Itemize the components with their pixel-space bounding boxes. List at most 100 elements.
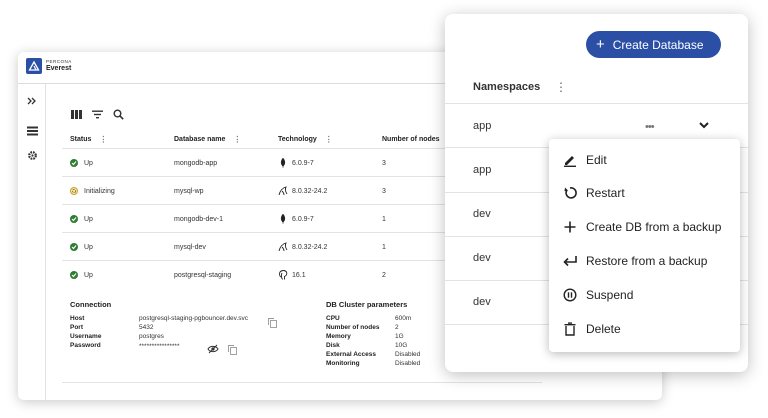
databases-list-icon[interactable] bbox=[25, 124, 39, 138]
screenshot-stage: PERCONA Everest Status ⋮ Database name ⋮… bbox=[0, 0, 768, 418]
details-bottom-divider bbox=[62, 382, 542, 383]
column-menu-icon[interactable]: ⋮ bbox=[99, 135, 107, 144]
cluster-value: 600m bbox=[395, 315, 412, 322]
column-header-nodes[interactable]: Number of nodes bbox=[382, 130, 440, 148]
cluster-key: Monitoring bbox=[326, 360, 360, 367]
create-database-button[interactable]: + Create Database bbox=[586, 31, 721, 58]
namespace-cell: app bbox=[473, 120, 492, 132]
technology-cell: 8.0.32-24.2 bbox=[278, 185, 327, 197]
status-cell: Up bbox=[70, 213, 93, 225]
technology-cell: 8.0.32-24.2 bbox=[278, 241, 327, 253]
table-toolbar bbox=[70, 108, 124, 120]
column-menu-icon[interactable]: ⋮ bbox=[555, 80, 567, 94]
column-header-technology[interactable]: Technology ⋮ bbox=[278, 130, 333, 148]
filter-icon[interactable] bbox=[91, 108, 103, 120]
cluster-value: Disabled bbox=[395, 351, 421, 358]
connection-port-value: 5432 bbox=[139, 324, 154, 331]
columns-icon[interactable] bbox=[70, 108, 82, 120]
namespace-cell: dev bbox=[473, 208, 491, 220]
nodes-cell: 3 bbox=[382, 159, 386, 167]
pencil-icon bbox=[563, 153, 577, 167]
cluster-key: Memory bbox=[326, 333, 351, 340]
status-cell: Up bbox=[70, 269, 93, 281]
percona-everest-logo[interactable]: PERCONA Everest bbox=[26, 58, 72, 74]
status-cell: Up bbox=[70, 241, 93, 253]
settings-gear-icon[interactable] bbox=[25, 148, 39, 162]
postgresql-elephant-icon bbox=[278, 270, 288, 280]
namespace-cell: app bbox=[473, 164, 492, 176]
mongodb-leaf-icon bbox=[278, 214, 288, 224]
connection-key: Password bbox=[70, 342, 101, 349]
cluster-value: 10G bbox=[395, 342, 408, 349]
nodes-cell: 1 bbox=[382, 215, 386, 223]
nodes-cell: 3 bbox=[382, 187, 386, 195]
plus-icon: + bbox=[596, 36, 605, 53]
row-actions-more-icon[interactable]: ••• bbox=[645, 121, 655, 133]
toggle-password-visibility-icon[interactable] bbox=[207, 341, 219, 359]
percona-logo-icon bbox=[26, 58, 42, 74]
menu-item-suspend[interactable]: Suspend bbox=[549, 278, 740, 312]
status-up-icon bbox=[70, 215, 78, 223]
cluster-key: CPU bbox=[326, 315, 340, 322]
column-menu-icon[interactable]: ⋮ bbox=[233, 135, 241, 144]
expand-sidebar-icon[interactable] bbox=[25, 94, 39, 108]
connection-username-value: postgres bbox=[139, 333, 164, 340]
create-database-label: Create Database bbox=[612, 37, 704, 52]
cluster-value: 1G bbox=[395, 333, 404, 340]
cluster-key: Number of nodes bbox=[326, 324, 380, 331]
row-actions-menu: Edit Restart Create DB from a backup Res… bbox=[549, 139, 740, 352]
connection-title: Connection bbox=[70, 300, 112, 309]
cluster-parameters-title: DB Cluster parameters bbox=[326, 300, 408, 309]
copy-password-icon[interactable] bbox=[228, 342, 237, 360]
side-navigation bbox=[18, 84, 46, 400]
chevron-down-icon[interactable] bbox=[697, 118, 711, 132]
cluster-key: External Access bbox=[326, 351, 376, 358]
search-icon[interactable] bbox=[112, 108, 124, 120]
column-menu-icon[interactable]: ⋮ bbox=[325, 135, 333, 144]
status-cell: Up bbox=[70, 157, 93, 169]
restart-icon bbox=[563, 186, 577, 200]
return-arrow-icon bbox=[563, 254, 577, 268]
namespace-cell: dev bbox=[473, 252, 491, 264]
status-up-icon bbox=[70, 243, 78, 251]
menu-item-create-from-backup[interactable]: Create DB from a backup bbox=[549, 210, 740, 244]
status-initializing-icon bbox=[70, 187, 78, 195]
namespaces-column-header[interactable]: Namespaces bbox=[473, 81, 540, 93]
database-name-cell[interactable]: postgresql-staging bbox=[174, 269, 231, 281]
connection-host-value: postgresql-staging-pgbouncer.dev.svc bbox=[139, 315, 248, 322]
mongodb-leaf-icon bbox=[278, 158, 288, 168]
nodes-cell: 1 bbox=[382, 243, 386, 251]
cluster-value: 2 bbox=[395, 324, 399, 331]
connection-password-value: **************** bbox=[139, 343, 180, 350]
column-header-name[interactable]: Database name ⋮ bbox=[174, 130, 241, 148]
technology-cell: 6.0.9-7 bbox=[278, 213, 314, 225]
technology-cell: 16.1 bbox=[278, 269, 306, 281]
database-name-cell[interactable]: mysql-wp bbox=[174, 185, 204, 197]
connection-key: Username bbox=[70, 333, 102, 340]
cluster-value: Disabled bbox=[395, 360, 421, 367]
namespace-cell: dev bbox=[473, 296, 491, 308]
status-up-icon bbox=[70, 159, 78, 167]
connection-key: Host bbox=[70, 315, 85, 322]
copy-host-icon[interactable] bbox=[268, 315, 277, 333]
connection-key: Port bbox=[70, 324, 83, 331]
nodes-cell: 2 bbox=[382, 271, 386, 279]
trash-icon bbox=[563, 322, 577, 336]
ns-divider bbox=[445, 103, 748, 104]
database-name-cell[interactable]: mysql-dev bbox=[174, 241, 206, 253]
database-name-cell[interactable]: mongodb-app bbox=[174, 157, 217, 169]
plus-icon bbox=[563, 220, 577, 234]
status-cell: Initializing bbox=[70, 185, 115, 197]
menu-item-delete[interactable]: Delete bbox=[549, 312, 740, 346]
mysql-dolphin-icon bbox=[278, 186, 288, 196]
menu-item-restart[interactable]: Restart bbox=[549, 176, 740, 210]
technology-cell: 6.0.9-7 bbox=[278, 157, 314, 169]
column-header-status[interactable]: Status ⋮ bbox=[70, 130, 107, 148]
brand-line-2: Everest bbox=[46, 64, 72, 72]
database-name-cell[interactable]: mongodb-dev-1 bbox=[174, 213, 223, 225]
pause-circle-icon bbox=[563, 288, 577, 302]
mysql-dolphin-icon bbox=[278, 242, 288, 252]
menu-item-edit[interactable]: Edit bbox=[549, 143, 740, 177]
menu-item-restore-from-backup[interactable]: Restore from a backup bbox=[549, 244, 740, 278]
status-up-icon bbox=[70, 271, 78, 279]
